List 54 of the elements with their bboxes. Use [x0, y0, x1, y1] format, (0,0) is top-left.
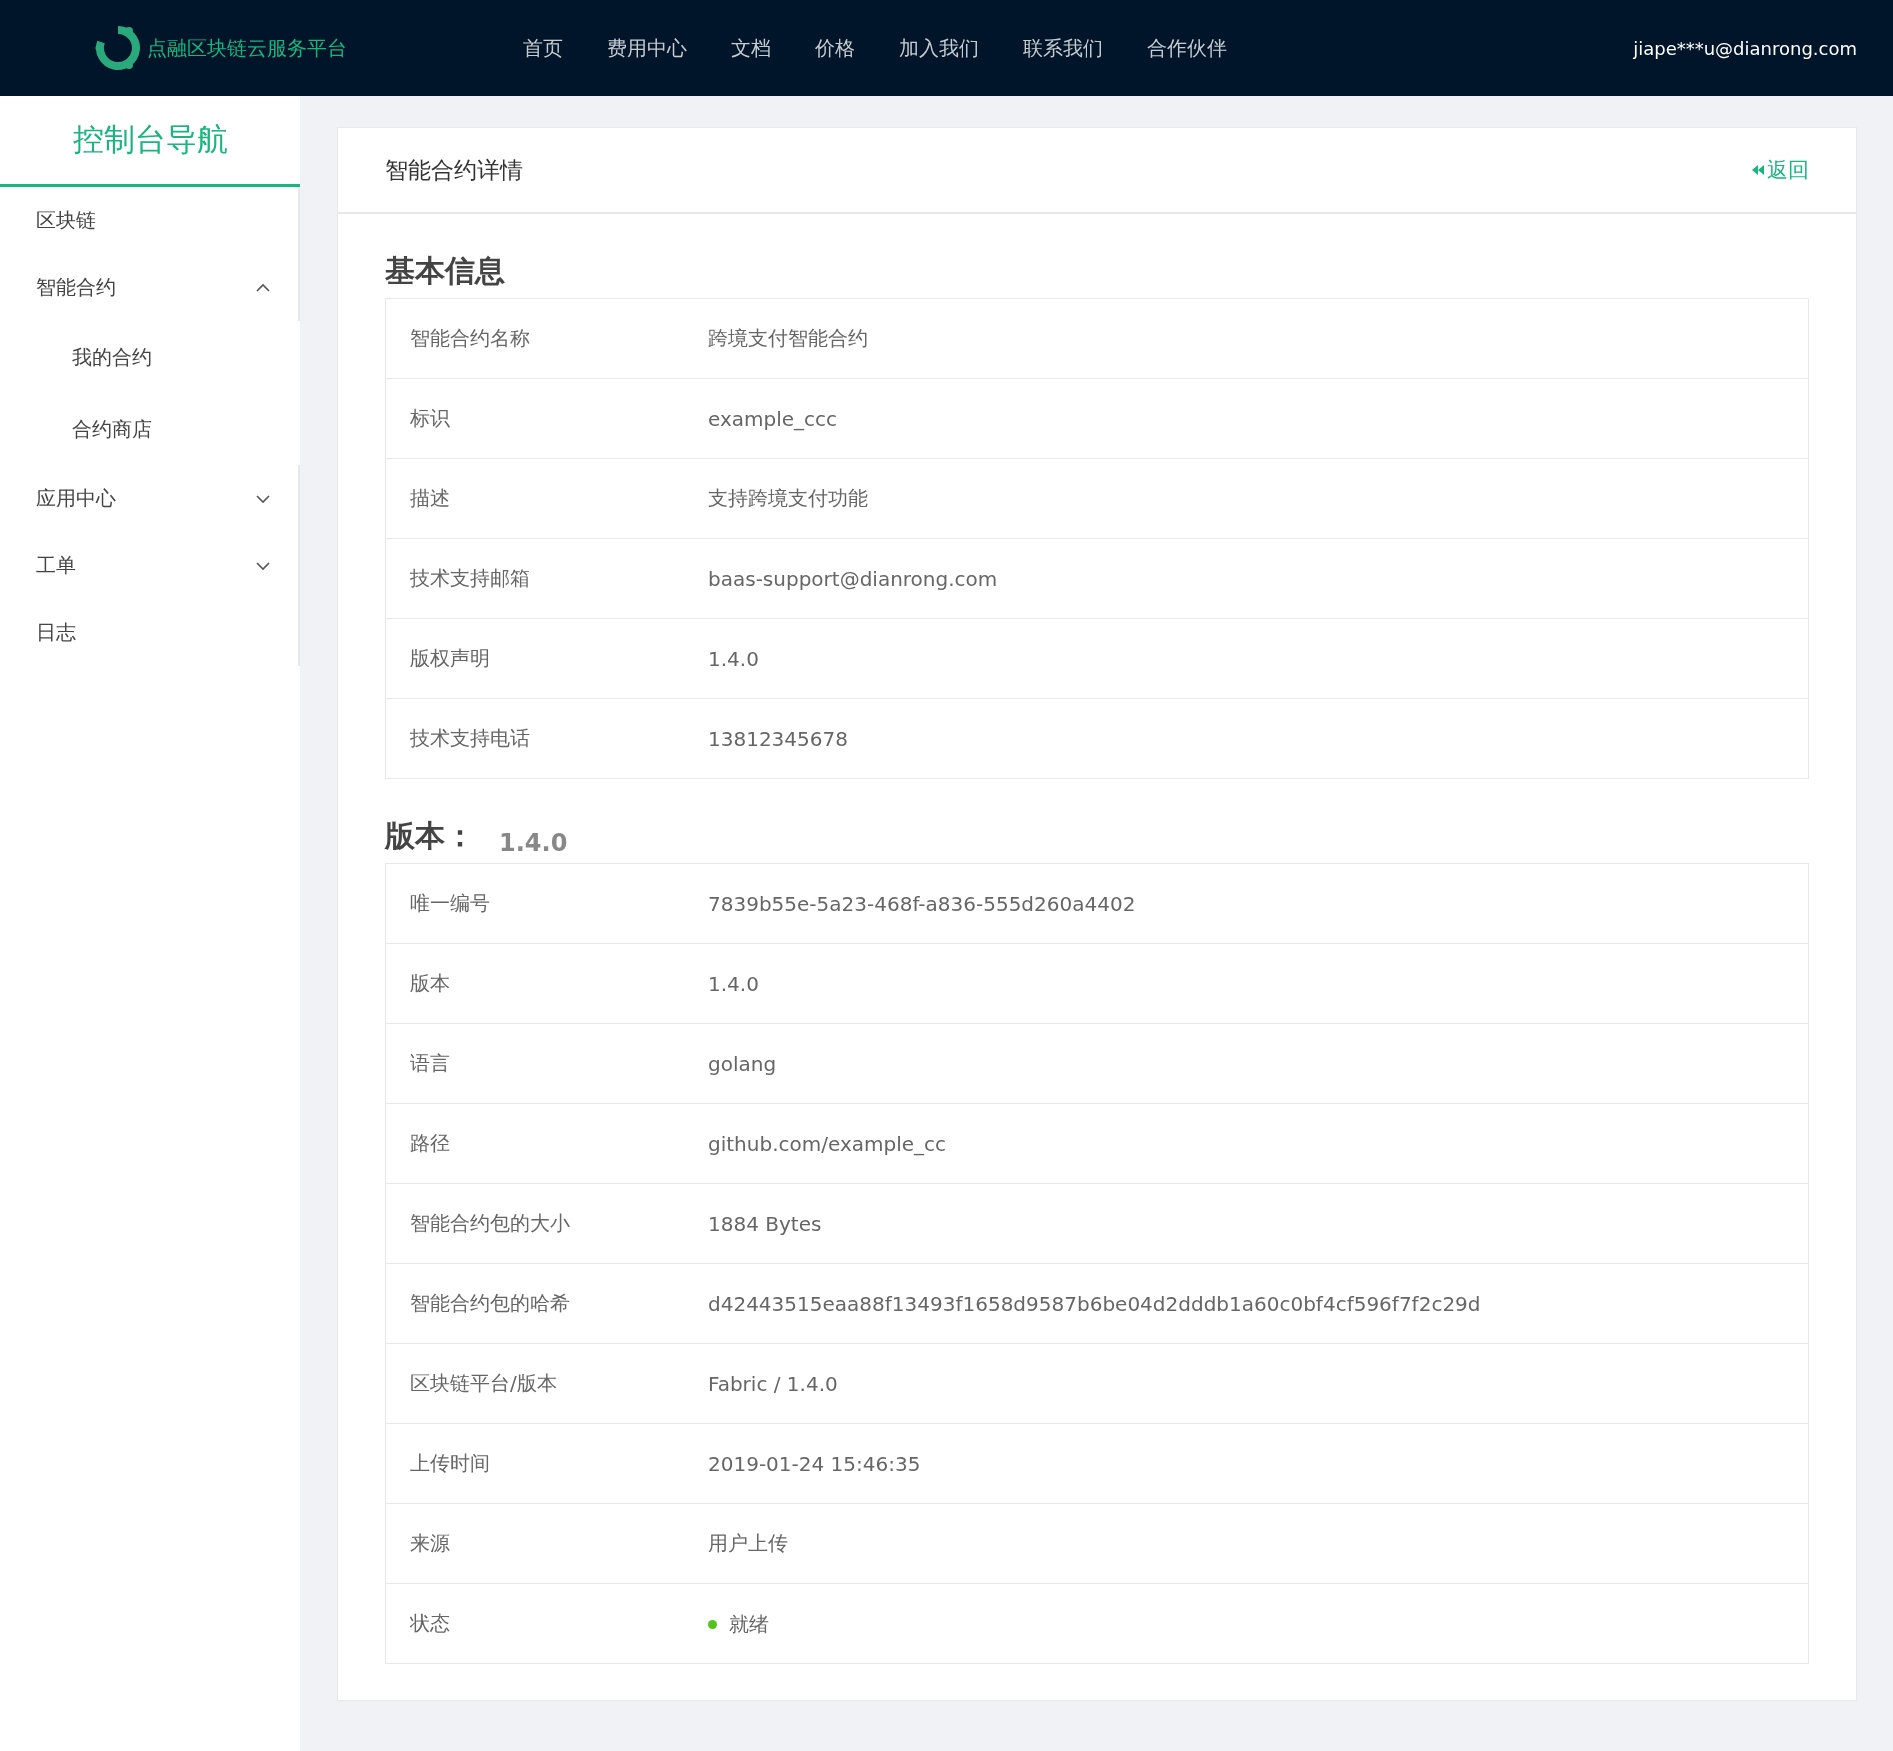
field-label: 唯一编号	[385, 863, 708, 944]
nav-link[interactable]: 首页	[523, 34, 563, 62]
field-label: 版本	[385, 943, 708, 1024]
nav-link[interactable]: 联系我们	[1023, 34, 1103, 62]
sidebar-item[interactable]: 智能合约	[0, 254, 298, 321]
logo-text[interactable]: 点融区块链云服务平台	[147, 34, 347, 62]
field-value: 跨境支付智能合约	[708, 298, 1809, 379]
field-label: 智能合约名称	[385, 298, 708, 379]
field-value: 1884 Bytes	[708, 1183, 1809, 1264]
field-value: Fabric / 1.4.0	[708, 1343, 1809, 1424]
logo-icon	[95, 25, 141, 71]
field-value: d42443515eaa88f13493f1658d9587b6be04d2dddb1a60c0bf4cf596f7f2c29d	[708, 1263, 1809, 1344]
sidebar-item[interactable]: 日志	[0, 599, 298, 666]
field-value: 1.4.0	[708, 943, 1809, 1024]
sidebar-item[interactable]: 工单	[0, 532, 298, 599]
field-label: 路径	[385, 1103, 708, 1184]
user-email[interactable]: jiape***u@dianrong.com	[1633, 37, 1857, 59]
sidebar-item[interactable]: 区块链	[0, 187, 298, 254]
version-number: 1.4.0	[499, 829, 568, 857]
field-value: 1.4.0	[708, 618, 1809, 699]
field-label: 技术支持邮箱	[385, 538, 708, 619]
nav-link[interactable]: 文档	[731, 34, 771, 62]
field-value: 就绪	[729, 1610, 769, 1638]
field-label: 区块链平台/版本	[385, 1343, 708, 1424]
field-label: 智能合约包的大小	[385, 1183, 708, 1264]
double-left-arrow-icon	[1751, 164, 1765, 176]
nav-link[interactable]: 费用中心	[607, 34, 687, 62]
nav-link[interactable]: 合作伙伴	[1147, 34, 1227, 62]
field-value: example_ccc	[708, 378, 1809, 459]
field-value: 支持跨境支付功能	[708, 458, 1809, 539]
field-value: 用户上传	[708, 1503, 1809, 1584]
field-label: 上传时间	[385, 1423, 708, 1504]
field-label: 描述	[385, 458, 708, 539]
status-dot	[708, 1619, 717, 1629]
section-heading: 版本：	[385, 817, 475, 855]
field-value: golang	[708, 1023, 1809, 1104]
field-value: baas-support@dianrong.com	[708, 538, 1809, 619]
panel-title: 智能合约详情	[385, 155, 523, 185]
field-label: 标识	[385, 378, 708, 459]
sidebar-item[interactable]: 应用中心	[0, 465, 298, 532]
section-heading: 基本信息	[385, 252, 505, 290]
field-value: 7839b55e-5a23-468f-a836-555d260a4402	[708, 863, 1809, 944]
field-value: 2019-01-24 15:46:35	[708, 1423, 1809, 1504]
nav-link[interactable]: 价格	[815, 34, 855, 62]
field-label: 状态	[385, 1583, 708, 1664]
field-label: 语言	[385, 1023, 708, 1104]
field-value: github.com/example_cc	[708, 1103, 1809, 1184]
field-value: 13812345678	[708, 698, 1809, 779]
field-label: 来源	[385, 1503, 708, 1584]
field-label: 版权声明	[385, 618, 708, 699]
field-label: 智能合约包的哈希	[385, 1263, 708, 1344]
field-label: 技术支持电话	[385, 698, 708, 779]
sidebar-title: 控制台导航	[0, 96, 300, 187]
nav-link[interactable]: 加入我们	[899, 34, 979, 62]
